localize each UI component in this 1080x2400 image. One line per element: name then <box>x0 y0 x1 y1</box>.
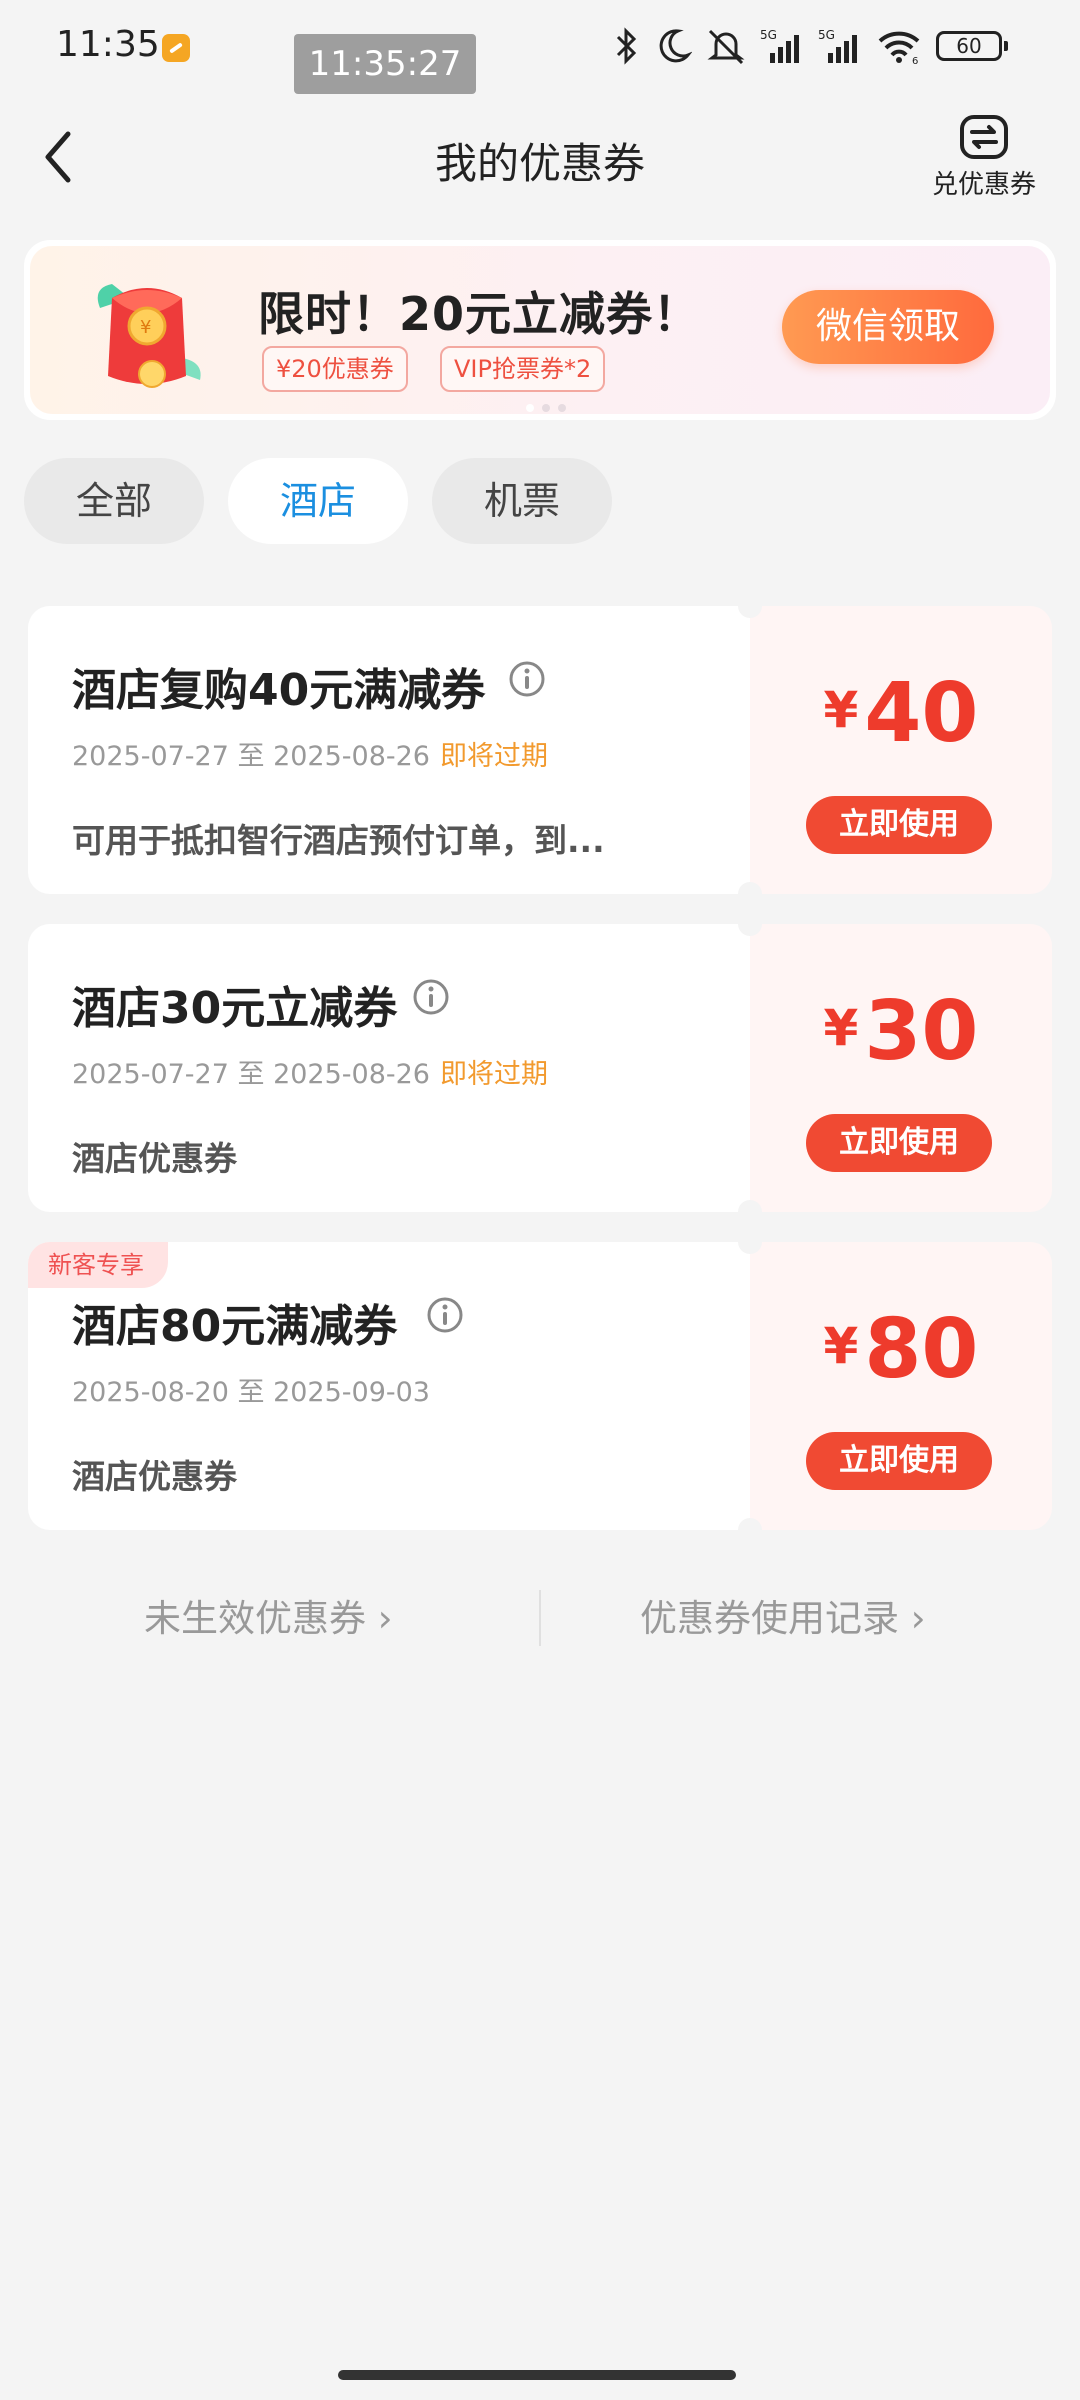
bluetooth-icon <box>616 27 637 65</box>
expiring-label: 即将过期 <box>440 1059 548 1090</box>
moon-icon <box>659 29 692 63</box>
carousel-dots <box>526 404 566 412</box>
wifi-icon: 6 <box>878 31 920 65</box>
svg-text:5G: 5G <box>760 28 777 42</box>
coupon-card[interactable]: 酒店30元立减券 2025-07-27 至 2025-08-26 即将过期 酒店优… <box>28 912 1052 1224</box>
info-icon[interactable] <box>508 660 546 698</box>
signal-icon-2: 5G <box>818 28 857 63</box>
coupon-title: 酒店80元满减券 <box>72 1301 398 1352</box>
signal-icon-1: 5G <box>760 28 799 63</box>
banner-tag-vip: VIP抢票券*2 <box>440 346 606 392</box>
coupon-amount: ¥80 <box>823 1302 979 1397</box>
tab-flight[interactable]: 机票 <box>432 458 612 544</box>
info-icon[interactable] <box>412 978 450 1016</box>
divider <box>539 1590 541 1646</box>
banner-title: 限时！20元立减券！ <box>258 287 701 341</box>
svg-text:¥: ¥ <box>140 317 151 338</box>
battery-icon: 60 <box>936 31 1008 61</box>
status-bar: 11:35 11:35:27 5G 5G 6 60 <box>0 0 1080 94</box>
page-title: 我的优惠券 <box>434 139 645 188</box>
coupon-history-link[interactable]: 优惠券使用记录 › <box>640 1588 926 1642</box>
coupon-validity: 2025-08-20 至 2025-09-03 <box>72 1377 430 1408</box>
coupon-title: 酒店30元立减券 <box>72 983 398 1034</box>
svg-text:5G: 5G <box>818 28 835 42</box>
coupon-description: 酒店优惠券 <box>72 1139 237 1178</box>
coupon-title: 酒店复购40元满减券 <box>72 665 486 716</box>
coupon-validity: 2025-07-27 至 2025-08-26 即将过期 <box>72 741 548 772</box>
coupon-amount: ¥40 <box>823 666 979 761</box>
redeem-coupon-button[interactable]: 兑优惠券 <box>924 114 1044 210</box>
tab-all[interactable]: 全部 <box>24 458 204 544</box>
status-icons: 5G 5G 6 60 <box>612 24 1008 68</box>
use-now-button[interactable]: 立即使用 <box>806 1114 992 1172</box>
banner-tag-coupon: ¥20优惠券 <box>262 346 408 392</box>
new-customer-badge: 新客专享 <box>28 1242 168 1288</box>
use-now-button[interactable]: 立即使用 <box>806 1432 992 1490</box>
promo-banner[interactable]: ¥ 限时！20元立减券！ ¥20优惠券 VIP抢票券*2 微信领取 <box>24 240 1056 420</box>
redeem-label: 兑优惠券 <box>931 170 1036 200</box>
use-now-button[interactable]: 立即使用 <box>806 796 992 854</box>
inactive-coupons-link[interactable]: 未生效优惠券 › <box>144 1588 393 1642</box>
mute-icon <box>707 29 745 65</box>
info-icon[interactable] <box>426 1296 464 1334</box>
coupon-validity: 2025-07-27 至 2025-08-26 即将过期 <box>72 1059 548 1090</box>
coupon-amount: ¥30 <box>823 984 979 1079</box>
wechat-claim-button[interactable]: 微信领取 <box>782 290 994 364</box>
tab-hotel[interactable]: 酒店 <box>228 458 408 544</box>
status-time: 11:35 <box>56 24 160 65</box>
svg-text:6: 6 <box>912 56 918 65</box>
footer-links: 未生效优惠券 › 优惠券使用记录 › <box>0 1588 1080 1648</box>
coupon-description: 可用于抵扣智行酒店预付订单，到... <box>72 821 605 860</box>
red-envelope-icon: ¥ <box>97 284 201 388</box>
exchange-icon <box>960 115 1008 159</box>
header: 我的优惠券 兑优惠券 <box>0 100 1080 210</box>
coupon-card[interactable]: 酒店复购40元满减券 2025-07-27 至 2025-08-26 即将过期 可… <box>28 594 1052 906</box>
clock-overlay: 11:35:27 <box>294 34 476 94</box>
app-notification-icon <box>162 34 190 62</box>
coupon-card[interactable]: 新客专享 酒店80元满减券 2025-08-20 至 2025-09-03 酒店… <box>28 1230 1052 1542</box>
home-indicator[interactable] <box>338 2370 736 2380</box>
expiring-label: 即将过期 <box>440 741 548 772</box>
coupon-description: 酒店优惠券 <box>72 1457 237 1496</box>
category-tabs: 全部 酒店 机票 <box>24 458 612 544</box>
